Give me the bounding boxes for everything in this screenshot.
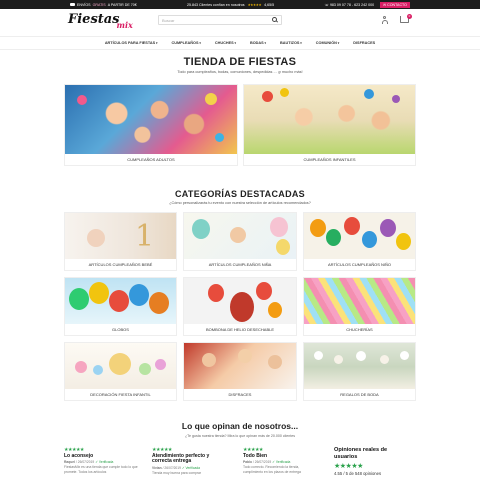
category-card-helium-tank[interactable]: BOMBONA DE HELIO DESECHABLE xyxy=(183,277,297,336)
opinions-subtitle: ¿Te gusta nuestra tienda? Mira lo que op… xyxy=(184,434,296,438)
truck-icon xyxy=(70,2,75,7)
cart-count-badge: 0 xyxy=(407,14,412,19)
category-card-girl-birthday[interactable]: ARTÍCULOS CUMPLEAÑOS NIÑA xyxy=(183,212,297,271)
category-image xyxy=(184,278,296,326)
search-input[interactable]: Buscar xyxy=(158,15,282,25)
opinions-title: Lo que opinan de nosotros... xyxy=(181,421,299,431)
main-nav: ARTÍCULOS PARA FIESTAS CUMPLEAÑOS CHUCHE… xyxy=(0,36,480,50)
category-card-kids-decoration[interactable]: DECORACIÓN FIESTA INFANTIL xyxy=(64,342,177,401)
category-card-baby-birthday[interactable]: 1 ARTÍCULOS CUMPLEAÑOS BEBÉ xyxy=(64,212,177,271)
review-card: ★★★★★ Todo Bien Pablo / 26/07/2019 ✓ Ver… xyxy=(243,447,317,474)
category-image xyxy=(65,278,176,326)
nav-item-cumpleanos[interactable]: CUMPLEAÑOS xyxy=(172,41,201,45)
number-one-decor: 1 xyxy=(135,219,155,254)
review-meta: Pablo / 26/07/2019 ✓ Verificada xyxy=(243,460,291,465)
summary-score: 4.55 / 5 de 548 opiniones xyxy=(334,471,382,476)
shipping-notice: ENVÍOS GRATIS A PARTIR DE 70€ xyxy=(70,3,137,7)
category-card-adult-birthday[interactable]: CUMPLEAÑOS ADULTOS xyxy=(64,84,238,166)
site-header: Fiestasmix Buscar 0 xyxy=(0,9,480,35)
review-card: ★★★★★ Lo aconsejo Raquel / 26/07/2019 ✓ … xyxy=(64,447,138,474)
top-bar: ENVÍOS GRATIS A PARTIR DE 70€ 25.843 Cli… xyxy=(0,0,480,9)
category-card-balloons[interactable]: GLOBOS xyxy=(64,277,177,336)
category-card-costumes[interactable]: DISFRACES xyxy=(183,342,297,401)
featured-title: CATEGORÍAS DESTACADAS xyxy=(175,189,305,199)
category-image xyxy=(304,278,415,326)
category-card-kids-birthday[interactable]: CUMPLEAÑOS INFANTILES xyxy=(243,84,416,166)
category-image xyxy=(184,343,296,391)
mail-icon: ✉ xyxy=(383,2,387,7)
phone-link[interactable]: ☏ 983 09 07 78 - 623 242 000 xyxy=(324,3,374,7)
category-image xyxy=(65,85,237,156)
nav-item-articulos[interactable]: ARTÍCULOS PARA FIESTAS xyxy=(105,41,158,45)
user-icon[interactable] xyxy=(381,16,388,24)
category-card-wedding-gifts[interactable]: REGALOS DE BODA xyxy=(303,342,416,401)
category-image xyxy=(304,343,415,391)
review-body: Tienda muy buena para comprar xyxy=(152,470,202,475)
category-card-candy[interactable]: CHUCHERÍAS xyxy=(303,277,416,336)
phone-icon: ☏ xyxy=(324,2,329,7)
category-image xyxy=(244,85,415,156)
review-title: Todo Bien xyxy=(243,453,268,459)
nav-item-bautizos[interactable]: BAUTIZOS xyxy=(280,41,302,45)
reviews-summary: Opiniones reales de usuarios ★★★★★ 4.55 … xyxy=(334,447,412,476)
page-subtitle: Todo para cumpleaños, bodas, comuniones,… xyxy=(177,70,303,74)
category-card-boy-birthday[interactable]: ARTÍCULOS CUMPLEAÑOS NIÑO xyxy=(303,212,416,271)
review-meta: Vivian / 26/07/2019 ✓ Verificada xyxy=(152,465,201,470)
review-title: Lo aconsejo xyxy=(64,453,94,459)
category-image xyxy=(304,213,415,261)
featured-subtitle: ¿Cómo personalizarás tu evento con nuest… xyxy=(169,201,311,205)
review-title: Atendimiento perfecto y correcta entrega xyxy=(152,453,210,465)
contact-button[interactable]: ✉ CONTACTO xyxy=(380,1,410,8)
search-icon[interactable] xyxy=(272,17,277,22)
page-title: TIENDA DE FIESTAS xyxy=(183,56,297,68)
review-body: FiestasMix es una tienda que cumple todo… xyxy=(64,465,138,474)
summary-title: Opiniones reales de usuarios xyxy=(334,447,388,460)
category-image xyxy=(65,343,176,391)
nav-item-disfraces[interactable]: DISFRACES xyxy=(353,41,375,45)
category-image: 1 xyxy=(65,213,176,261)
logo[interactable]: Fiestasmix xyxy=(68,12,136,30)
rating-stars: ★★★★★ xyxy=(247,2,262,7)
rating-value: 4,65/5 xyxy=(264,2,275,7)
nav-item-comunion[interactable]: COMUNIÓN xyxy=(316,41,339,45)
nav-item-chuches[interactable]: CHUCHES xyxy=(215,41,236,45)
summary-stars: ★★★★★ xyxy=(334,463,363,470)
review-body: Todo correcto. Recomiendo la tienda, cum… xyxy=(243,465,301,474)
category-image xyxy=(184,213,296,261)
review-meta: Raquel / 26/07/2019 ✓ Verificada xyxy=(64,460,114,465)
nav-item-bodas[interactable]: BODAS xyxy=(250,41,266,45)
trust-notice: 25.843 Clientes confían en nosotros ★★★★… xyxy=(187,2,275,7)
review-card: ★★★★★ Atendimiento perfecto y correcta e… xyxy=(152,447,226,475)
